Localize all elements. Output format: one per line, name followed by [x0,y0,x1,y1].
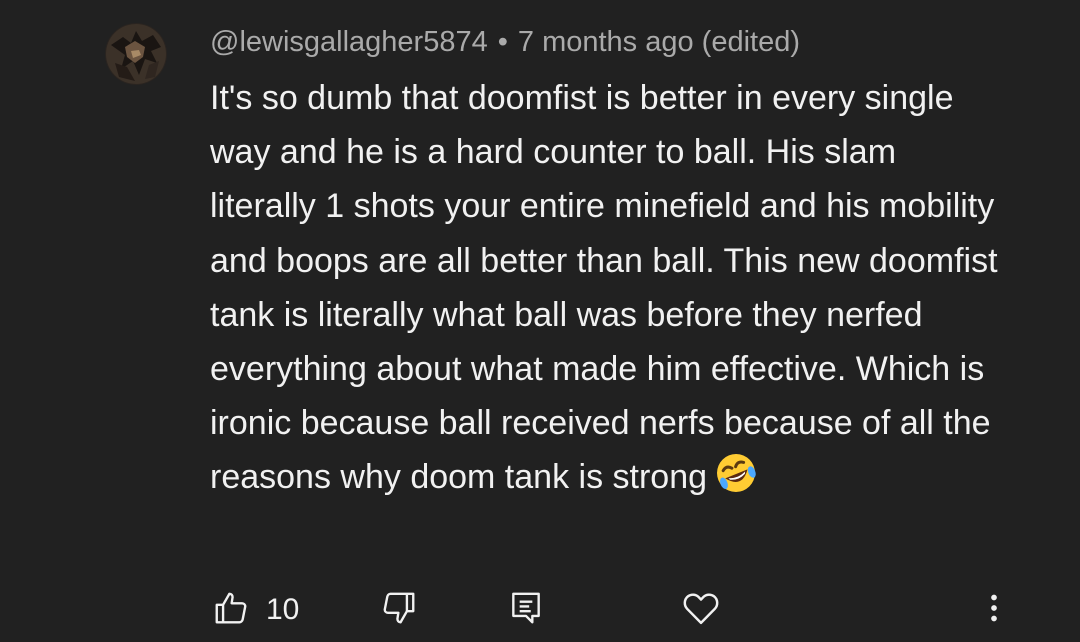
heart-button[interactable] [680,585,722,635]
thumbs-down-icon [380,589,418,632]
like-count: 10 [266,593,300,626]
heart-icon [680,587,722,634]
avatar[interactable] [105,23,167,85]
dislike-button[interactable] [380,585,418,635]
comment-actions: 10 [0,585,1080,635]
author-name[interactable]: @lewisgallagher5874 [210,26,488,58]
reply-button[interactable] [507,585,545,635]
like-button[interactable]: 10 [212,585,299,635]
comment-header: @lewisgallagher5874 • 7 months ago (edited… [210,24,800,60]
thumbs-up-icon [212,589,250,632]
comment-timestamp[interactable]: 7 months ago (edited) [518,26,800,58]
reply-comment-icon [507,589,545,632]
comment-body: It's so dumb that doomfist is better in … [210,71,1000,511]
meta-separator: • [497,26,508,58]
rofl-emoji-icon [715,452,757,510]
avatar-image [105,23,167,85]
more-vertical-icon [976,588,1012,633]
comment-text: It's so dumb that doomfist is better in … [210,79,998,497]
more-options-button[interactable] [976,585,1012,635]
